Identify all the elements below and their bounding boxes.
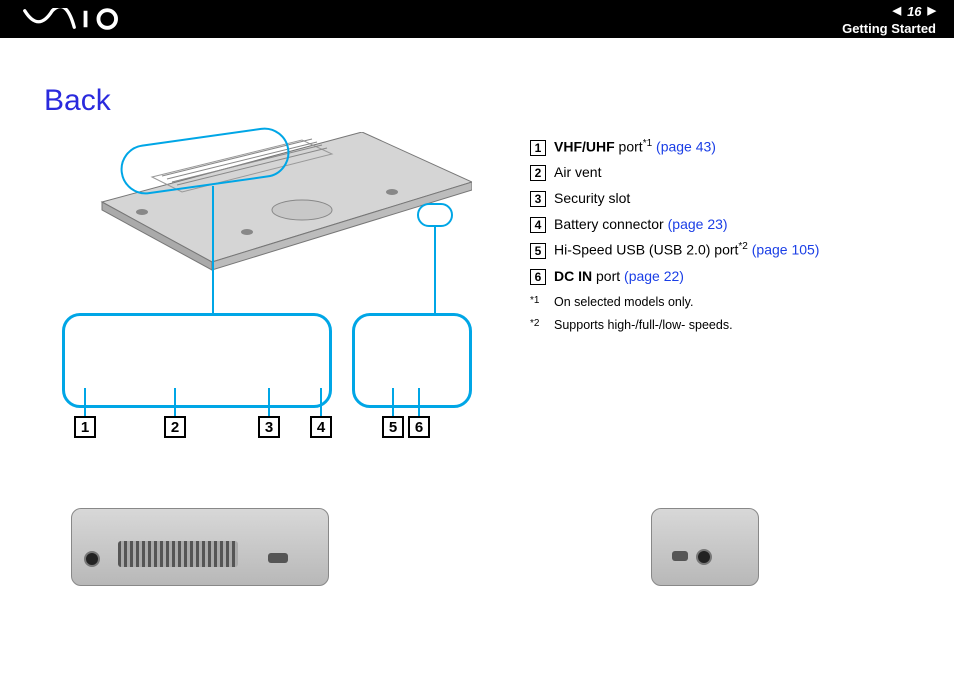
page-number: 16 (907, 4, 921, 20)
back-diagram: 1 2 3 4 5 6 (62, 128, 502, 438)
legend-text: port (592, 268, 624, 284)
page-title: Back (44, 84, 500, 118)
footnote-mark: *2 (530, 316, 544, 335)
page-link[interactable]: (page 22) (624, 268, 684, 284)
legend-num: 2 (530, 165, 546, 181)
legend-num: 4 (530, 217, 546, 233)
legend-num: 3 (530, 191, 546, 207)
callout-lead (434, 226, 436, 313)
callout-lead (174, 388, 176, 416)
legend-num: 1 (530, 140, 546, 156)
legend-num: 6 (530, 269, 546, 285)
callout-label-1: 1 (74, 416, 96, 438)
rear-panel-left (71, 508, 329, 586)
footnote-text: Supports high-/full-/low- speeds. (554, 316, 733, 335)
callout-lead (268, 388, 270, 416)
legend-num: 5 (530, 243, 546, 259)
callout-label-5: 5 (382, 416, 404, 438)
dc-in-port-icon (696, 549, 712, 565)
legend-text: Battery connector (554, 216, 668, 232)
legend-item: 3 Security slot (530, 188, 819, 210)
legend-text: Security slot (554, 188, 630, 210)
header-bar: ◀ 16 ▶ Getting Started (0, 0, 954, 38)
legend-sup: *1 (643, 138, 652, 149)
legend-text: port (615, 139, 643, 155)
next-page-icon[interactable]: ▶ (928, 5, 936, 18)
air-vent-icon (118, 541, 238, 567)
legend-item: 2 Air vent (530, 162, 819, 184)
callout-lead (84, 388, 86, 416)
footnote-mark: *1 (530, 293, 544, 312)
page-link[interactable]: (page 23) (668, 216, 728, 232)
vhf-uhf-port-icon (84, 551, 100, 567)
callout-label-3: 3 (258, 416, 280, 438)
legend-bold: VHF/UHF (554, 139, 615, 155)
detail-panel-right (352, 313, 472, 408)
page-link[interactable]: (page 43) (656, 139, 716, 155)
legend-sup: *2 (738, 241, 747, 252)
legend-text: Hi-Speed USB (USB 2.0) port (554, 242, 738, 258)
callout-highlight-top-right (417, 203, 453, 227)
page-nav: ◀ 16 ▶ (893, 4, 936, 20)
legend-item: 1 VHF/UHF port*1 (page 43) (530, 136, 819, 158)
footnotes: *1 On selected models only. *2 Supports … (530, 293, 819, 335)
legend-bold: DC IN (554, 268, 592, 284)
legend-text: Air vent (554, 162, 601, 184)
legend-item: 4 Battery connector (page 23) (530, 214, 819, 236)
callout-label-4: 4 (310, 416, 332, 438)
legend-item: 6 DC IN port (page 22) (530, 266, 819, 288)
callout-lead (392, 388, 394, 416)
callout-label-2: 2 (164, 416, 186, 438)
footnote: *2 Supports high-/full-/low- speeds. (530, 316, 819, 335)
detail-panel-left (62, 313, 332, 408)
usb-port-icon (672, 551, 688, 561)
callout-lead (320, 388, 322, 416)
footnote: *1 On selected models only. (530, 293, 819, 312)
callout-lead (418, 388, 420, 416)
vaio-logo (22, 8, 132, 30)
security-slot-icon (268, 553, 288, 563)
legend-list: 1 VHF/UHF port*1 (page 43) 2 Air vent 3 … (530, 84, 819, 438)
callout-lead (212, 186, 214, 313)
prev-page-icon[interactable]: ◀ (893, 5, 901, 18)
rear-panel-right (651, 508, 759, 586)
legend-item: 5 Hi-Speed USB (USB 2.0) port*2 (page 10… (530, 239, 819, 261)
callout-label-6: 6 (408, 416, 430, 438)
page-link[interactable]: (page 105) (752, 242, 820, 258)
footnote-text: On selected models only. (554, 293, 693, 312)
section-title: Getting Started (842, 21, 936, 37)
